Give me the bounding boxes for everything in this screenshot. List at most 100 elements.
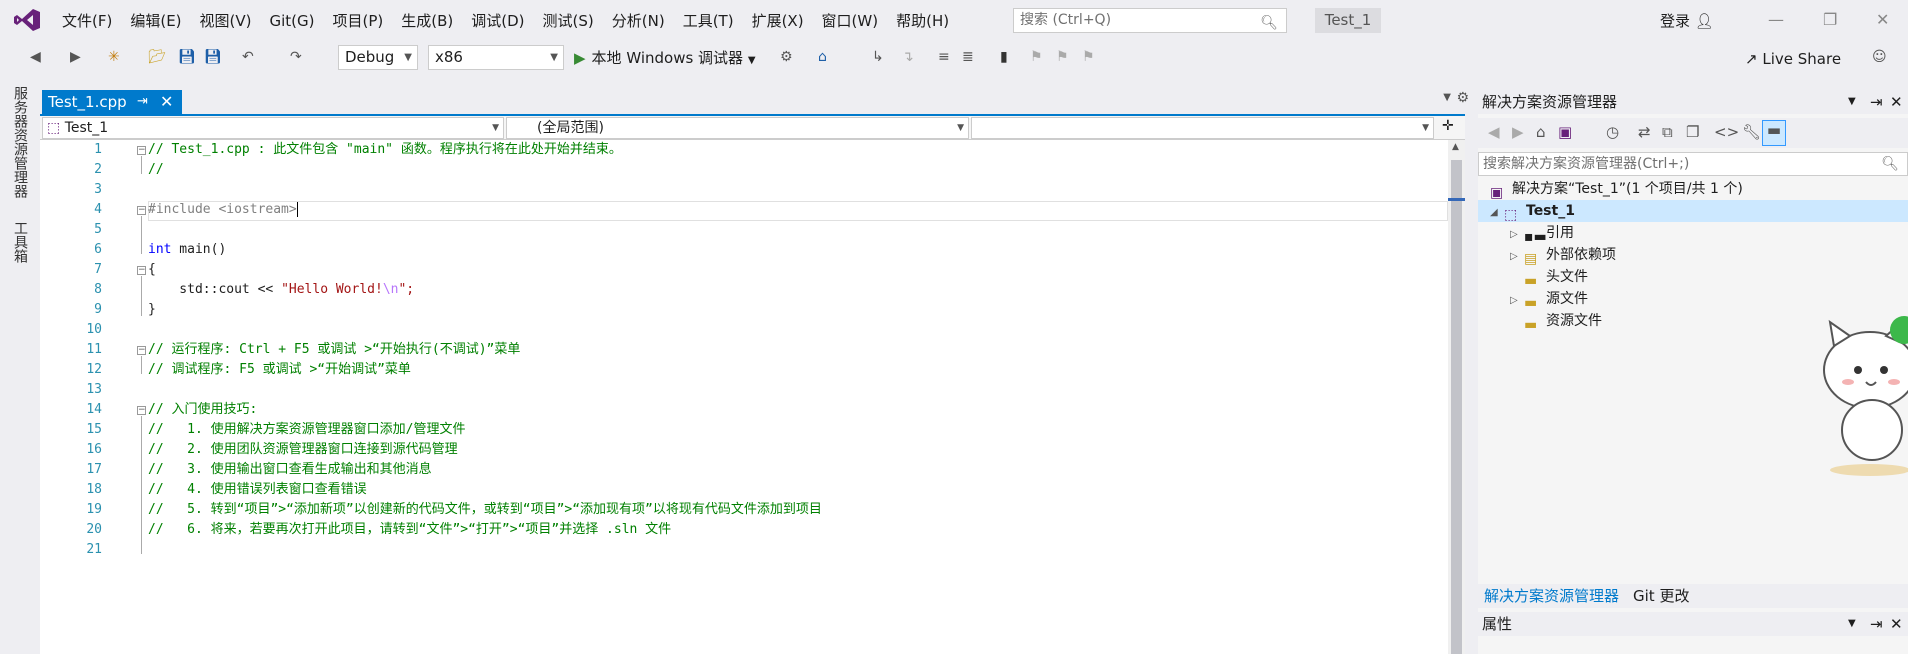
menu-tools[interactable]: 工具(T) [674,10,743,32]
menu-analyze[interactable]: 分析(N) [603,10,674,32]
menu-build[interactable]: 生成(B) [392,10,462,32]
forward-icon[interactable]: ▶ [1512,123,1524,141]
configuration-select[interactable]: Debug ▼ [338,45,418,70]
collapsed-arrow-icon[interactable]: ▷ [1510,246,1524,268]
scope-dropdown[interactable]: (全局范围) ▼ [506,117,969,139]
back-icon[interactable]: ◀ [1488,123,1500,141]
tab-list-dropdown-icon[interactable]: ▼ [1443,92,1451,103]
pin-icon[interactable]: ⇥ [1870,90,1883,114]
project-dropdown[interactable]: ⬚ Test_1 ▼ [42,117,504,139]
close-icon[interactable]: ✕ [1890,90,1903,114]
browser-link-icon[interactable]: ⌂ [818,45,827,69]
settings-icon[interactable]: ⚙ [1456,90,1469,106]
collapse-icon[interactable]: − [137,266,146,275]
menu-file[interactable]: 文件(F) [53,10,121,32]
menu-debug[interactable]: 调试(D) [462,10,533,32]
open-folder-icon[interactable]: 📂︎ [148,45,166,69]
collapsed-arrow-icon[interactable]: ▷ [1510,290,1524,312]
tab-git-changes[interactable]: Git 更改 [1633,584,1689,608]
close-icon[interactable]: ✕ [160,90,173,114]
tree-node-references[interactable]: ▷ ▪▬引用 [1510,222,1574,246]
indent-icon[interactable]: ≡ [938,45,950,69]
prev-bookmark-icon[interactable]: ⚑ [1030,45,1043,69]
document-tab-strip: Test_1.cpp ⇥ ✕ ▼ ⚙ [40,90,1469,114]
close-window-icon[interactable]: ✕ [1876,10,1889,29]
pin-icon[interactable]: ⇥ [1870,612,1883,636]
properties-icon[interactable]: 🔧︎ [1742,123,1761,141]
code-view-icon[interactable]: <> [1714,123,1739,141]
server-explorer-tab[interactable]: 服务器资源管理器 [10,86,30,198]
switch-views-icon[interactable]: ▣ [1558,123,1572,141]
line-number: 6 [94,242,102,257]
preview-selected-icon[interactable]: ▬ [1762,120,1786,146]
start-debugging-button[interactable]: ▶ 本地 Windows 调试器 ▼ [574,46,756,70]
tab-test-1-cpp[interactable]: Test_1.cpp ⇥ ✕ [42,90,182,114]
bookmark-icon[interactable]: ▮ [1000,45,1008,69]
chevron-down-icon[interactable]: ▼ [1848,90,1856,114]
tab-solution-explorer[interactable]: 解决方案资源管理器 [1484,584,1619,608]
comment-icon[interactable]: ≣ [962,45,974,69]
collapse-icon[interactable]: − [137,206,146,215]
tree-node-resource-files[interactable]: ▬ 资源文件 [1524,310,1602,333]
code-editor[interactable]: 1 2 3 4 5 6 7 8 9 10 11 12 13 14 15 16 1… [40,140,1448,654]
feedback-icon[interactable]: ☺ [1872,45,1887,69]
collapse-icon[interactable]: − [137,146,146,155]
member-dropdown[interactable]: ▼ [971,117,1434,139]
code-line-15: // 1. 使用解决方案资源管理器窗口添加/管理文件 [148,422,466,437]
menu-view[interactable]: 视图(V) [191,10,261,32]
live-share-button[interactable]: ↗ Live Share [1745,50,1841,68]
step-over-icon[interactable]: ↴ [902,45,914,69]
collapse-icon[interactable]: − [137,406,146,415]
tree-node-external-dependencies[interactable]: ▷ ▤ 外部依赖项 [1510,244,1616,268]
tree-node-header-files[interactable]: ▬ 头文件 [1524,266,1588,289]
platform-select[interactable]: x86 ▼ [428,45,564,70]
line-number: 10 [86,322,102,337]
menu-project[interactable]: 项目(P) [324,10,393,32]
menu-extensions[interactable]: 扩展(X) [743,10,813,32]
next-bookmark-icon[interactable]: ⚑ [1056,45,1069,69]
redo-icon[interactable]: ↷ [290,45,302,69]
tree-node-project[interactable]: ◢ ⬚ Test_1 [1478,200,1908,224]
undo-icon[interactable]: ↶ [242,45,254,69]
clear-bookmarks-icon[interactable]: ⚑ [1082,45,1095,69]
home-icon[interactable]: ⌂ [1536,123,1546,141]
pin-icon[interactable]: ⇥ [137,90,148,114]
menu-test[interactable]: 测试(S) [534,10,603,32]
pending-changes-icon[interactable]: ◷ [1606,123,1619,141]
line-number: 3 [94,182,102,197]
expanded-arrow-icon[interactable]: ◢ [1490,202,1504,224]
close-icon[interactable]: ✕ [1890,612,1903,636]
editor-vertical-scrollbar[interactable]: ▲ [1448,140,1465,654]
minimize-icon[interactable]: — [1768,10,1784,29]
collapse-all-icon[interactable]: ⧉ [1662,123,1673,141]
toolbox-tab[interactable]: 工具箱 [10,221,30,263]
sync-icon[interactable]: ⇄ [1638,123,1651,141]
process-icon[interactable]: ⚙ [780,45,793,69]
scrollbar-thumb[interactable] [1451,160,1462,654]
collapse-icon[interactable]: − [137,346,146,355]
split-icon[interactable]: ✛ [1442,118,1454,134]
visual-studio-logo-icon[interactable] [14,9,40,31]
show-all-files-icon[interactable]: ❐ [1686,123,1699,141]
menu-git[interactable]: Git(G) [261,10,324,32]
back-icon[interactable]: ◀ [30,45,41,69]
solution-explorer-title: 解决方案资源管理器 [1482,93,1618,111]
save-all-icon[interactable]: 💾︎ [204,45,222,69]
search-input[interactable]: 搜索 (Ctrl+Q) 🔍︎ [1013,8,1287,33]
solution-explorer-search-input[interactable]: 搜索解决方案资源管理器(Ctrl+;) 🔍︎ [1478,152,1908,176]
step-into-icon[interactable]: ↳ [872,45,884,69]
chevron-down-icon[interactable]: ▼ [1848,612,1856,636]
main-menu: 文件(F) 编辑(E) 视图(V) Git(G) 项目(P) 生成(B) 调试(… [53,10,958,32]
tree-node-solution[interactable]: ▣ 解决方案“Test_1”(1 个项目/共 1 个) [1490,178,1908,201]
restore-icon[interactable]: ❐ [1823,10,1837,29]
collapsed-arrow-icon[interactable]: ▷ [1510,224,1524,246]
tree-node-source-files[interactable]: ▷ ▬ 源文件 [1510,288,1588,312]
forward-icon[interactable]: ▶ [70,45,81,69]
menu-window[interactable]: 窗口(W) [813,10,888,32]
menu-edit[interactable]: 编辑(E) [121,10,190,32]
save-icon[interactable]: 💾︎ [178,45,196,69]
scroll-up-icon[interactable]: ▲ [1452,142,1459,152]
sign-in-button[interactable]: 登录 👤︎ [1660,10,1714,31]
menu-help[interactable]: 帮助(H) [887,10,958,32]
new-project-icon[interactable]: ✳ [108,45,120,69]
